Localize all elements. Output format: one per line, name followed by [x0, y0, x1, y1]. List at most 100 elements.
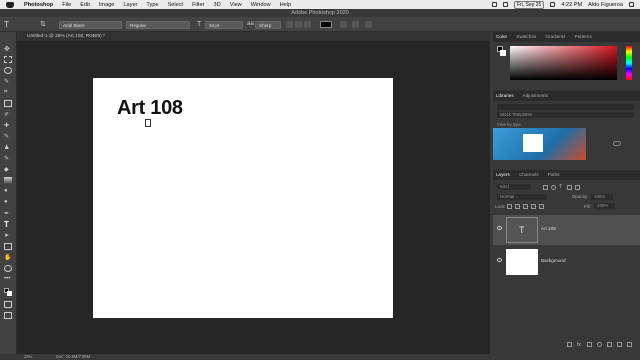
antialias-select[interactable]: Sharp — [255, 20, 281, 29]
battery-icon[interactable] — [550, 2, 556, 7]
filter-type-icon[interactable]: T — [559, 184, 562, 190]
marquee-tool-icon[interactable] — [4, 56, 12, 63]
menu-view[interactable]: View — [230, 2, 242, 8]
canvas-text-layer[interactable]: Art 108 — [117, 97, 183, 120]
brush-tool-icon[interactable]: ✎ — [4, 133, 12, 140]
zoom-readout[interactable]: 25% — [24, 354, 32, 360]
date-badge[interactable]: Fri, Sep 25 — [513, 0, 545, 9]
clock[interactable]: 4:22 PM — [561, 2, 582, 8]
color-picker-field[interactable] — [510, 46, 617, 80]
edit-toolbar-icon[interactable]: ••• — [4, 276, 12, 283]
eraser-icon[interactable]: ◆ — [4, 166, 12, 173]
blur-tool-icon[interactable]: ● — [4, 188, 12, 195]
layer-style-icon[interactable]: fx — [577, 342, 581, 348]
adjustment-layer-icon[interactable] — [597, 342, 602, 347]
lock-all-icon[interactable] — [539, 204, 544, 209]
tab-layers[interactable]: Layers — [496, 172, 510, 177]
menu-help[interactable]: Help — [280, 2, 292, 8]
type-tool-preset-icon[interactable]: T — [4, 21, 12, 29]
move-tool-icon[interactable]: ✥ — [4, 45, 12, 53]
library-thumbnail[interactable] — [493, 128, 586, 160]
align-right-icon[interactable] — [304, 21, 311, 28]
library-search-bar[interactable] — [497, 104, 634, 110]
clone-stamp-icon[interactable]: ♟ — [4, 144, 12, 151]
panel-background-swatch[interactable] — [500, 50, 506, 56]
warp-text-icon[interactable] — [340, 21, 347, 28]
lock-transparent-icon[interactable] — [507, 204, 512, 209]
control-center-icon[interactable] — [629, 2, 634, 7]
eyedropper-icon[interactable]: ✐ — [4, 111, 12, 118]
visibility-eye-icon[interactable] — [497, 258, 502, 262]
wifi-icon[interactable] — [502, 2, 508, 7]
cloud-icon[interactable] — [613, 141, 621, 146]
font-family-select[interactable]: Arial Black — [59, 20, 122, 29]
lasso-tool-icon[interactable] — [4, 67, 12, 74]
3d-icon[interactable] — [365, 21, 372, 28]
tab-paths[interactable]: Paths — [548, 172, 560, 177]
filter-smartobject-icon[interactable] — [575, 185, 580, 190]
layer-kind-filter[interactable]: Kind — [497, 184, 531, 190]
lock-artboard-icon[interactable] — [531, 204, 536, 209]
menu-3d[interactable]: 3D — [214, 2, 221, 8]
menu-image[interactable]: Image — [99, 2, 115, 8]
menu-window[interactable]: Window — [251, 2, 271, 8]
quick-select-icon[interactable]: ✎ — [4, 78, 12, 85]
menu-filter[interactable]: Filter — [192, 2, 204, 8]
pen-tool-icon[interactable]: ✒ — [4, 210, 12, 217]
font-style-select[interactable]: Regular — [126, 20, 190, 29]
path-select-icon[interactable]: ➤ — [4, 232, 12, 239]
menu-app-name[interactable]: Photoshop — [24, 2, 53, 8]
opacity-input[interactable]: 100% — [591, 194, 613, 200]
user-name[interactable]: Aldo Figueroa — [588, 2, 623, 8]
dodge-tool-icon[interactable]: ● — [4, 199, 12, 206]
background-color-swatch[interactable] — [7, 291, 12, 296]
healing-brush-icon[interactable]: ✚ — [4, 122, 12, 129]
add-mask-icon[interactable] — [587, 342, 592, 347]
character-panel-icon[interactable] — [352, 21, 359, 28]
filter-pixel-icon[interactable] — [543, 185, 548, 190]
font-size-select[interactable]: 48 pt — [205, 20, 243, 29]
tab-swatches[interactable]: Swatches — [516, 34, 536, 39]
type-tool-icon[interactable]: T — [4, 221, 12, 229]
text-orientation-icon[interactable]: ⇅ — [40, 21, 46, 28]
rectangle-tool-icon[interactable] — [4, 243, 12, 250]
fill-input[interactable]: 100% — [594, 203, 615, 209]
layer-name-text[interactable]: Art 108 — [541, 226, 556, 231]
quick-mask-icon[interactable] — [4, 301, 12, 308]
crop-tool-icon[interactable]: ⌗ — [4, 89, 12, 96]
apple-icon[interactable] — [6, 1, 14, 8]
align-left-icon[interactable] — [286, 21, 293, 28]
visibility-eye-icon[interactable] — [497, 226, 502, 230]
layer-row-background[interactable]: Background — [493, 247, 640, 277]
zoom-tool-icon[interactable] — [4, 265, 12, 272]
menu-file[interactable]: File — [62, 2, 71, 8]
document-canvas[interactable]: Art 108 — [93, 78, 393, 318]
menu-edit[interactable]: Edit — [80, 2, 90, 8]
gradient-tool-icon[interactable] — [4, 177, 12, 184]
library-view-select[interactable]: View by type — [497, 122, 521, 127]
menu-type[interactable]: Type — [146, 2, 158, 8]
doc-size-readout[interactable]: Doc: 10.9M/7.89M — [56, 354, 90, 360]
blend-mode-select[interactable]: Normal — [497, 194, 547, 200]
filter-adjustment-icon[interactable] — [551, 185, 556, 190]
link-layers-icon[interactable] — [567, 342, 572, 347]
tab-patterns[interactable]: Patterns — [575, 34, 592, 39]
library-search-input[interactable]: Stock Templates — [497, 112, 634, 118]
hand-tool-icon[interactable]: ✋ — [4, 254, 12, 261]
hue-slider[interactable] — [626, 46, 632, 80]
layer-row-text[interactable]: T Art 108 — [493, 215, 640, 245]
screen-mode-icon[interactable] — [4, 312, 12, 319]
tab-adjustments[interactable]: Adjustments — [523, 93, 548, 98]
lock-pixels-icon[interactable] — [515, 204, 520, 209]
document-tab[interactable]: Untitled-1 @ 25% (Art 108, RGB/8) * — [17, 32, 490, 41]
status-icon[interactable] — [491, 2, 497, 7]
menu-layer[interactable]: Layer — [123, 2, 137, 8]
history-brush-icon[interactable]: ✎ — [4, 155, 12, 162]
frame-tool-icon[interactable] — [4, 100, 12, 107]
new-layer-icon[interactable] — [617, 342, 622, 347]
trash-icon[interactable] — [627, 342, 632, 347]
tab-channels[interactable]: Channels — [519, 172, 538, 177]
text-color-swatch[interactable] — [320, 21, 332, 28]
layer-name-background[interactable]: Background — [541, 258, 566, 263]
menu-select[interactable]: Select — [168, 2, 184, 8]
